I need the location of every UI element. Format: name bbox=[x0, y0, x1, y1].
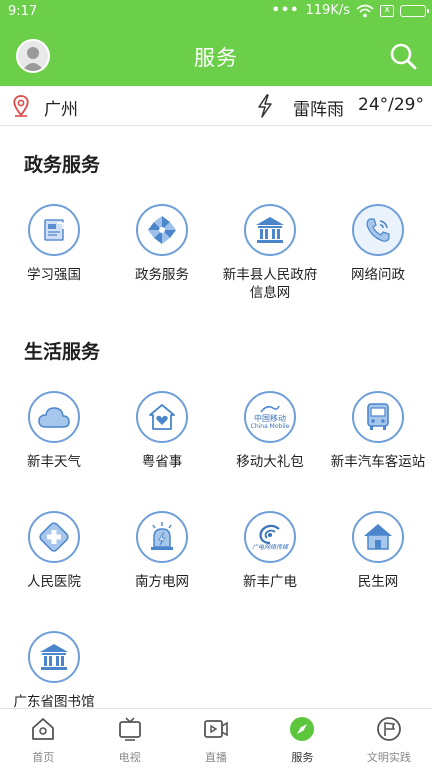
nav-tv[interactable]: 电视 bbox=[86, 709, 172, 768]
service-tile-hospital[interactable]: 人民医院 bbox=[0, 511, 108, 591]
nav-civilization[interactable]: 文明实践 bbox=[346, 709, 432, 768]
status-time: 9:17 bbox=[8, 4, 38, 19]
app-header: 服务 bbox=[0, 24, 432, 86]
city-name: 广州 bbox=[44, 100, 78, 120]
cloud-icon bbox=[28, 391, 80, 443]
service-tile-broadcast[interactable]: 广电网络传媒 新丰广电 bbox=[216, 511, 324, 591]
mobile-logo-text-cn: 中国移动 bbox=[254, 414, 286, 423]
nav-label: 直播 bbox=[205, 751, 228, 764]
search-icon[interactable] bbox=[388, 41, 418, 71]
tile-label: 学习强国 bbox=[27, 267, 81, 283]
tile-label: 移动大礼包 bbox=[236, 454, 304, 470]
weather-temperature: 24°/29° bbox=[358, 95, 424, 115]
live-video-icon bbox=[204, 720, 228, 738]
status-bar: 9:17 ••• 119K/s x bbox=[0, 0, 432, 24]
heart-house-icon bbox=[136, 391, 188, 443]
mobile-logo-text-en: China Mobile bbox=[250, 423, 290, 430]
tile-label: 粤省事 bbox=[141, 454, 183, 470]
tile-label: 网络问政 bbox=[351, 267, 405, 283]
tile-label: 新丰天气 bbox=[27, 454, 81, 470]
bottom-nav: 首页 电视 直播 服务 文明实践 bbox=[0, 708, 432, 768]
location-pin-icon bbox=[13, 95, 29, 117]
service-tile-minsheng[interactable]: 民生网 bbox=[324, 511, 432, 591]
wifi-icon bbox=[356, 4, 374, 17]
tile-label: 人民医院 bbox=[27, 574, 81, 590]
service-tile-library[interactable]: 广东省图书馆 bbox=[0, 631, 108, 711]
phone-icon bbox=[352, 204, 404, 256]
section-title-life: 生活服务 bbox=[24, 341, 101, 363]
tile-label: 新丰汽车客运站 bbox=[330, 454, 426, 470]
library-icon bbox=[28, 631, 80, 683]
service-tile-gov-services[interactable]: 政务服务 bbox=[108, 204, 216, 284]
tile-label: 新丰广电 bbox=[243, 574, 297, 590]
tile-label: 南方电网 bbox=[135, 574, 189, 590]
government-building-icon bbox=[244, 204, 296, 256]
nav-label: 服务 bbox=[291, 751, 314, 764]
tile-label: 民生网 bbox=[357, 574, 399, 590]
weather-condition: 雷阵雨 bbox=[293, 100, 344, 120]
nav-label: 文明实践 bbox=[366, 751, 411, 764]
china-mobile-icon: 中国移动 China Mobile bbox=[244, 391, 296, 443]
location-weather-bar[interactable]: 广州 雷阵雨 24°/29° bbox=[0, 86, 432, 126]
nav-live[interactable]: 直播 bbox=[173, 709, 259, 768]
nav-label: 电视 bbox=[118, 751, 141, 764]
service-tile-weather[interactable]: 新丰天气 bbox=[0, 391, 108, 471]
tv-icon bbox=[118, 717, 141, 741]
section-title-government: 政务服务 bbox=[24, 154, 101, 176]
house-icon bbox=[352, 511, 404, 563]
nav-services[interactable]: 服务 bbox=[259, 709, 345, 768]
service-tile-online-politics[interactable]: 网络问政 bbox=[324, 204, 432, 284]
service-tile-bus-station[interactable]: 新丰汽车客运站 bbox=[324, 391, 432, 471]
service-tile-mobile[interactable]: 中国移动 China Mobile 移动大礼包 bbox=[216, 391, 324, 471]
network-speed: 119K/s bbox=[305, 3, 351, 18]
page-title: 服务 bbox=[194, 46, 238, 70]
service-tile-county-gov[interactable]: 新丰县人民政府信息网 bbox=[216, 204, 324, 302]
broadcast-icon: 广电网络传媒 bbox=[244, 511, 296, 563]
sim-icon: x bbox=[380, 4, 394, 17]
thunder-icon bbox=[258, 94, 272, 118]
nav-label: 首页 bbox=[32, 751, 55, 764]
pinwheel-icon bbox=[136, 204, 188, 256]
service-tile-yueshengshi[interactable]: 粤省事 bbox=[108, 391, 216, 471]
status-dots: ••• bbox=[271, 3, 300, 18]
tile-label: 政务服务 bbox=[135, 267, 189, 283]
service-tile-power-grid[interactable]: 南方电网 bbox=[108, 511, 216, 591]
service-tile-study[interactable]: 学习强国 bbox=[0, 204, 108, 284]
hospital-cross-icon bbox=[28, 511, 80, 563]
broadcast-logo-text: 广电网络传媒 bbox=[251, 543, 288, 551]
bus-icon bbox=[352, 391, 404, 443]
compass-icon bbox=[290, 717, 315, 741]
study-icon bbox=[28, 204, 80, 256]
battery-icon bbox=[400, 4, 429, 17]
flag-circle-icon bbox=[376, 717, 401, 741]
power-grid-icon bbox=[136, 511, 188, 563]
home-icon bbox=[32, 718, 55, 740]
nav-home[interactable]: 首页 bbox=[0, 709, 86, 768]
tile-label: 新丰县人民政府信息网 bbox=[222, 267, 318, 301]
